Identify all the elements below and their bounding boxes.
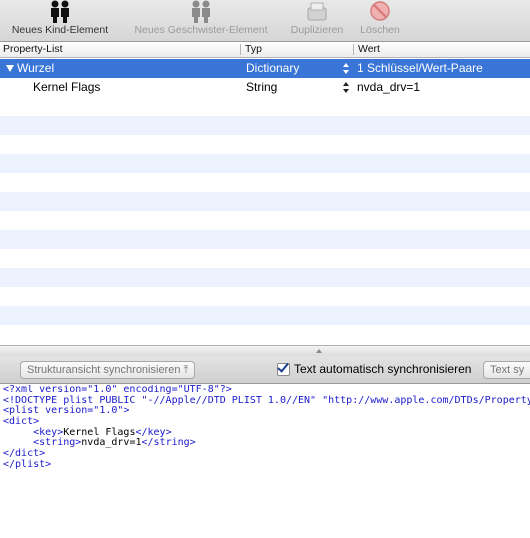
xml-line: <plist version="1.0"> xyxy=(0,406,530,417)
property-list-outline: Wurzel Dictionary 1 Schlüssel/Wert-Paare… xyxy=(0,58,530,345)
xml-indent xyxy=(3,427,33,438)
xml-dict-close: </dict> xyxy=(3,448,46,460)
sync-bar: Strukturansicht synchronisieren ⤒ Text a… xyxy=(0,356,530,384)
row-value[interactable]: nvda_drv=1 xyxy=(357,78,420,97)
xml-string-close: </string> xyxy=(141,437,196,449)
outline-header: Property-List Typ Wert xyxy=(0,42,530,58)
column-header-type[interactable]: Typ xyxy=(242,42,262,57)
empty-row xyxy=(0,116,530,135)
duplicate-icon xyxy=(307,2,327,21)
outline-row-kernel-flags[interactable]: Kernel Flags String nvda_drv=1 xyxy=(0,78,530,97)
xml-key-close: </key> xyxy=(135,426,172,438)
delete-icon xyxy=(370,1,390,21)
xml-dict-open: <dict> xyxy=(3,416,40,428)
xml-text-view[interactable]: <?xml version="1.0" encoding="UTF-8"?> <… xyxy=(0,385,530,538)
xml-line: </plist> xyxy=(0,458,530,471)
xml-key-open: <key> xyxy=(33,426,64,438)
delete-button[interactable]: Löschen xyxy=(354,0,406,42)
xml-plist-open: <plist version="1.0"> xyxy=(3,405,130,417)
xml-string-open: <string> xyxy=(33,437,82,449)
empty-row xyxy=(0,230,530,249)
new-sibling-icon xyxy=(192,0,210,23)
sync-text-button[interactable]: Text sy xyxy=(483,361,530,379)
empty-row xyxy=(0,192,530,211)
empty-row xyxy=(0,306,530,325)
row-type[interactable]: String xyxy=(246,78,277,97)
new-sibling-label: Neues Geschwister-Element xyxy=(134,24,268,36)
xml-line: <string>nvda_drv=1</string> xyxy=(0,438,530,449)
empty-row xyxy=(0,268,530,287)
type-stepper-icon[interactable] xyxy=(343,63,350,74)
disclosure-triangle-icon[interactable] xyxy=(6,65,14,72)
xml-indent xyxy=(3,437,33,448)
sync-structure-button[interactable]: Strukturansicht synchronisieren ⤒ xyxy=(20,361,196,379)
new-child-label: Neues Kind-Element xyxy=(11,24,109,36)
column-header-value[interactable]: Wert xyxy=(355,42,380,57)
xml-declaration: <?xml version="1.0" encoding="UTF-8"?> xyxy=(3,385,232,395)
duplicate-label: Duplizieren xyxy=(290,24,344,36)
toolbar: Neues Kind-Element Neues Geschwister-Ele… xyxy=(0,0,530,42)
column-divider[interactable] xyxy=(353,44,354,55)
auto-sync-label[interactable]: Text automatisch synchronisieren xyxy=(294,362,471,376)
row-type[interactable]: Dictionary xyxy=(246,59,299,78)
new-child-icon xyxy=(51,0,69,23)
checkmark-icon xyxy=(277,360,289,373)
split-view-divider[interactable] xyxy=(0,345,530,356)
auto-sync-checkbox[interactable] xyxy=(277,360,290,376)
xml-key-text: Kernel Flags xyxy=(63,426,136,438)
row-value[interactable]: 1 Schlüssel/Wert-Paare xyxy=(357,59,483,78)
new-sibling-button[interactable]: Neues Geschwister-Element xyxy=(124,0,278,42)
outline-row-root[interactable]: Wurzel Dictionary 1 Schlüssel/Wert-Paare xyxy=(0,59,530,78)
xml-doctype: <!DOCTYPE plist PUBLIC "-//Apple//DTD PL… xyxy=(3,394,530,406)
xml-plist-close: </plist> xyxy=(3,458,52,470)
type-stepper-icon[interactable] xyxy=(343,82,350,93)
row-key: Wurzel xyxy=(17,61,55,75)
column-divider[interactable] xyxy=(240,44,241,55)
new-child-button[interactable]: Neues Kind-Element xyxy=(0,0,120,42)
splitter-grip-icon[interactable] xyxy=(316,349,322,353)
xml-line: </dict> xyxy=(0,448,530,460)
empty-row xyxy=(0,154,530,173)
delete-label: Löschen xyxy=(360,24,400,36)
duplicate-button[interactable]: Duplizieren xyxy=(284,0,350,42)
row-key[interactable]: Kernel Flags xyxy=(33,78,100,97)
column-header-key[interactable]: Property-List xyxy=(0,42,63,57)
xml-string-text: nvda_drv=1 xyxy=(81,437,142,449)
